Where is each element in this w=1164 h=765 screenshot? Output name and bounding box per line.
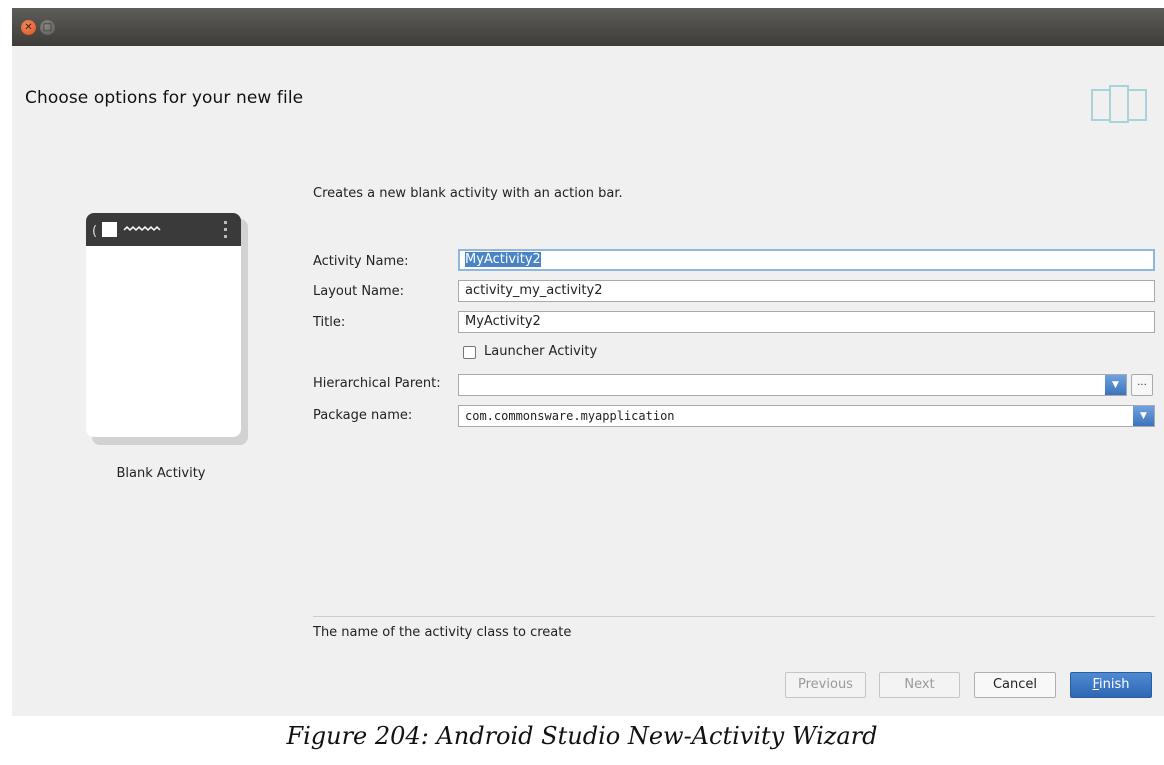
template-preview: (: [86, 213, 241, 437]
finish-button[interactable]: Finish: [1070, 672, 1152, 698]
title-bar: ✕ □: [12, 8, 1164, 46]
activity-name-value: MyActivity2: [465, 252, 541, 267]
layout-name-label: Layout Name:: [313, 284, 405, 299]
next-button[interactable]: Next: [879, 672, 960, 698]
chevron-down-icon[interactable]: ▼: [1133, 406, 1154, 426]
previous-button[interactable]: Previous: [785, 672, 866, 698]
activity-name-input[interactable]: MyActivity2: [458, 249, 1155, 271]
title-value: MyActivity2: [465, 314, 541, 329]
layout-name-value: activity_my_activity2: [465, 283, 603, 298]
package-name-value: com.commonsware.myapplication: [465, 409, 675, 423]
figure-caption: Figure 204: Android Studio New-Activity …: [286, 722, 878, 750]
action-bar: (: [86, 213, 241, 246]
title-input[interactable]: MyActivity2: [458, 311, 1155, 333]
activity-name-label: Activity Name:: [313, 254, 409, 269]
launcher-activity-checkbox[interactable]: [463, 346, 476, 359]
launcher-activity-label[interactable]: Launcher Activity: [484, 344, 597, 359]
device-icon: [1091, 85, 1147, 123]
close-window-button[interactable]: ✕: [21, 20, 36, 35]
browse-parent-button[interactable]: ...: [1131, 374, 1153, 396]
action-bar-icon: (: [92, 221, 227, 239]
template-description: Creates a new blank activity with an act…: [313, 186, 623, 201]
chevron-down-icon[interactable]: ▼: [1105, 375, 1126, 395]
package-name-combo[interactable]: com.commonsware.myapplication ▼: [458, 405, 1155, 427]
hierarchical-parent-label: Hierarchical Parent:: [313, 376, 441, 391]
svg-text:(: (: [92, 224, 97, 239]
cancel-button[interactable]: Cancel: [974, 672, 1056, 698]
package-name-label: Package name:: [313, 408, 413, 423]
maximize-window-button[interactable]: □: [40, 20, 55, 35]
field-hint: The name of the activity class to create: [313, 625, 572, 640]
title-label: Title:: [313, 315, 346, 330]
wizard-window: ✕ □ Choose options for your new file ( B…: [12, 8, 1164, 716]
finish-label: inish: [1099, 677, 1130, 692]
divider: [313, 616, 1155, 617]
page-title: Choose options for your new file: [25, 88, 304, 108]
layout-name-input[interactable]: activity_my_activity2: [458, 280, 1155, 302]
template-name: Blank Activity: [116, 466, 206, 481]
hierarchical-parent-combo[interactable]: ▼: [458, 374, 1127, 396]
